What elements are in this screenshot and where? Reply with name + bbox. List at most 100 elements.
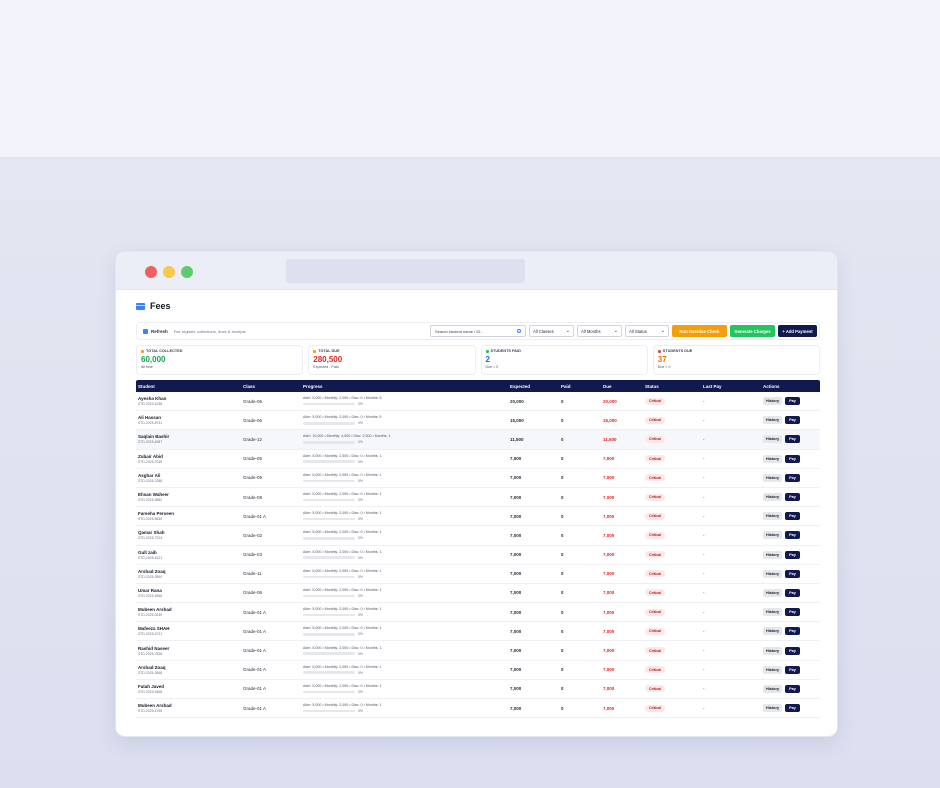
table-row[interactable]: Gull zaib STD-2025-6121 Grade-03 Adm: 5,000… — [136, 546, 820, 565]
student-name[interactable]: Gull zaib — [138, 550, 243, 555]
history-button[interactable]: History — [763, 435, 783, 444]
progress-percent: 0% — [358, 498, 363, 503]
history-button[interactable]: History — [763, 493, 783, 502]
status-badge: Critical — [645, 551, 666, 559]
student-name[interactable]: Zubair Abid — [138, 454, 243, 459]
history-button[interactable]: History — [763, 569, 783, 578]
address-bar[interactable] — [286, 259, 525, 283]
add-payment-button[interactable]: + Add Payment — [778, 325, 817, 337]
history-button[interactable]: History — [763, 588, 783, 597]
table-row[interactable]: Ali Hassan STD-2025-8731 Grade-06 Adm: 5,00… — [136, 411, 820, 431]
table-row[interactable]: Mafeeza SHAH STD-2025-4721 Grade-01 A Adm: … — [136, 622, 820, 642]
student-name[interactable]: Mubeen Arshad — [138, 607, 243, 612]
history-button[interactable]: History — [763, 512, 783, 521]
run-overdue-check-button[interactable]: Run Overdue Check — [672, 325, 727, 337]
pay-button[interactable]: Pay — [785, 608, 800, 617]
student-name[interactable]: Mafeeza SHAH — [138, 626, 243, 631]
student-name[interactable]: Umar Rana — [138, 588, 243, 593]
table-row[interactable]: Arshad Zoaq STD-2025-3848 Grade-01 A Adm: 5… — [136, 661, 820, 680]
month-filter-select[interactable]: All Months ⌄ — [577, 325, 622, 337]
table-row[interactable]: Qamar Shah STD-2025-7224 Grade-02 Adm: 5,00… — [136, 526, 820, 546]
pay-button[interactable]: Pay — [785, 454, 800, 463]
status-filter-select[interactable]: All Status ⌄ — [625, 325, 669, 337]
expected-cell: 20,000 — [510, 398, 524, 404]
history-button[interactable]: History — [763, 627, 783, 636]
progress-percent: 0% — [358, 632, 363, 637]
generate-charges-button[interactable]: Generate Charges — [730, 325, 775, 337]
student-name[interactable]: Arshad Zoaq — [138, 665, 243, 670]
student-id: STD-2025-3848 — [138, 670, 163, 675]
pay-button[interactable]: Pay — [785, 531, 800, 540]
pay-button[interactable]: Pay — [785, 397, 800, 406]
summary-card: STUDENTS DUE 37 Due > 0 — [652, 345, 820, 375]
pay-button[interactable]: Pay — [785, 588, 800, 597]
pay-button[interactable]: Pay — [785, 512, 800, 521]
progress-bar — [303, 556, 355, 559]
student-name[interactable]: Rashid Naseer — [138, 646, 243, 651]
history-button[interactable]: History — [763, 550, 783, 559]
student-name[interactable]: Saqlain Bashir — [138, 434, 243, 439]
minimize-window-dot[interactable] — [163, 266, 175, 278]
pay-button[interactable]: Pay — [785, 646, 800, 655]
class-filter-select[interactable]: All Classes ⌄ — [529, 325, 574, 337]
fee-breakdown: Adm: 5,000 • Monthly: 2,000 • Disc: 0 • … — [303, 511, 382, 516]
history-button[interactable]: History — [763, 416, 783, 425]
pay-button[interactable]: Pay — [785, 493, 800, 502]
table-row[interactable]: Mubeen Arshad STD-2025-4765 Grade-01 A Adm:… — [136, 699, 820, 719]
student-name[interactable]: Fareeha Perveen — [138, 511, 243, 516]
history-button[interactable]: History — [763, 454, 783, 463]
table-row[interactable]: Saqlain Bashir STD-2025-4987 Grade-12 Adm: … — [136, 430, 820, 450]
student-name[interactable]: Mubeen Arshad — [138, 703, 243, 708]
status-filter-value: All Status — [629, 328, 647, 334]
pay-button[interactable]: Pay — [785, 627, 800, 636]
table-row[interactable]: Rashid Naseer STD-2025-7828 Grade-01 A Adm:… — [136, 641, 820, 661]
maximize-window-dot[interactable] — [181, 266, 193, 278]
history-button[interactable]: History — [763, 684, 783, 693]
table-body: Ayesha Khan STD-2025-4238 Grade-06 Adm: 5,0… — [136, 392, 820, 719]
student-id: STD-2025-6121 — [138, 555, 163, 560]
history-button[interactable]: History — [763, 608, 783, 617]
table-row[interactable]: Fatah Javed STD-2025-9468 Grade-01 A Adm: 5… — [136, 680, 820, 699]
history-button[interactable]: History — [763, 646, 783, 655]
progress-bar — [303, 498, 355, 502]
pay-button[interactable]: Pay — [785, 704, 800, 713]
student-name[interactable]: Ali Hassan — [138, 415, 243, 420]
search-input[interactable]: Search student name / ID... — [430, 325, 526, 337]
page-title: Fees — [150, 301, 171, 311]
due-cell: 7,000 — [603, 475, 615, 481]
table-row[interactable]: Asghar Ali STD-2025-2288 Grade-09 Adm: 5,00… — [136, 469, 820, 488]
student-name[interactable]: Ehsan Waheer — [138, 492, 243, 497]
fee-breakdown: Adm: 5,000 • Monthly: 2,000 • Disc: 0 • … — [303, 549, 382, 554]
table-row[interactable]: Ehsan Waheer STD-2025-3882 Grade-08 Adm: 5,… — [136, 488, 820, 508]
table-row[interactable]: Fareeha Perveen STD-2025-8630 Grade-01 A Ad… — [136, 507, 820, 527]
status-badge: Critical — [645, 512, 666, 520]
table-row[interactable]: Ayesha Khan STD-2025-4238 Grade-06 Adm: 5,0… — [136, 392, 820, 412]
student-name[interactable]: Arshad Zoaq — [138, 569, 243, 574]
history-button[interactable]: History — [763, 704, 783, 713]
table-row[interactable]: Mubeen Arshad STD-2025-3249 Grade-01 A Adm:… — [136, 603, 820, 623]
refresh-button[interactable]: Refresh — [143, 328, 168, 334]
pay-button[interactable]: Pay — [785, 435, 800, 444]
table-row[interactable]: Umar Rana STD-2025-4966 Grade-06 Adm: 5,000… — [136, 584, 820, 604]
progress-bar — [303, 517, 355, 521]
student-name[interactable]: Ayesha Khan — [138, 396, 243, 401]
table-row[interactable]: Arshad Zoaq STD-2025-3590 Grade-11 Adm: 5,0… — [136, 565, 820, 584]
pay-button[interactable]: Pay — [785, 473, 800, 482]
pay-button[interactable]: Pay — [785, 569, 800, 578]
close-window-dot[interactable] — [145, 266, 157, 278]
card-value: 280,500 — [313, 355, 343, 364]
pay-button[interactable]: Pay — [785, 684, 800, 693]
student-name[interactable]: Asghar Ali — [138, 473, 243, 478]
pay-button[interactable]: Pay — [785, 665, 800, 674]
history-button[interactable]: History — [763, 665, 783, 674]
student-name[interactable]: Qamar Shah — [138, 530, 243, 535]
history-button[interactable]: History — [763, 531, 783, 540]
student-name[interactable]: Fatah Javed — [138, 684, 243, 689]
student-cell: Arshad Zoaq STD-2025-3848 — [136, 665, 243, 675]
card-subtext: Due > 0 — [657, 365, 671, 369]
table-row[interactable]: Zubair Abid STD-2025-7049 Grade-05 Adm: 5,0… — [136, 450, 820, 469]
history-button[interactable]: History — [763, 397, 783, 406]
pay-button[interactable]: Pay — [785, 416, 800, 425]
history-button[interactable]: History — [763, 473, 783, 482]
pay-button[interactable]: Pay — [785, 550, 800, 559]
